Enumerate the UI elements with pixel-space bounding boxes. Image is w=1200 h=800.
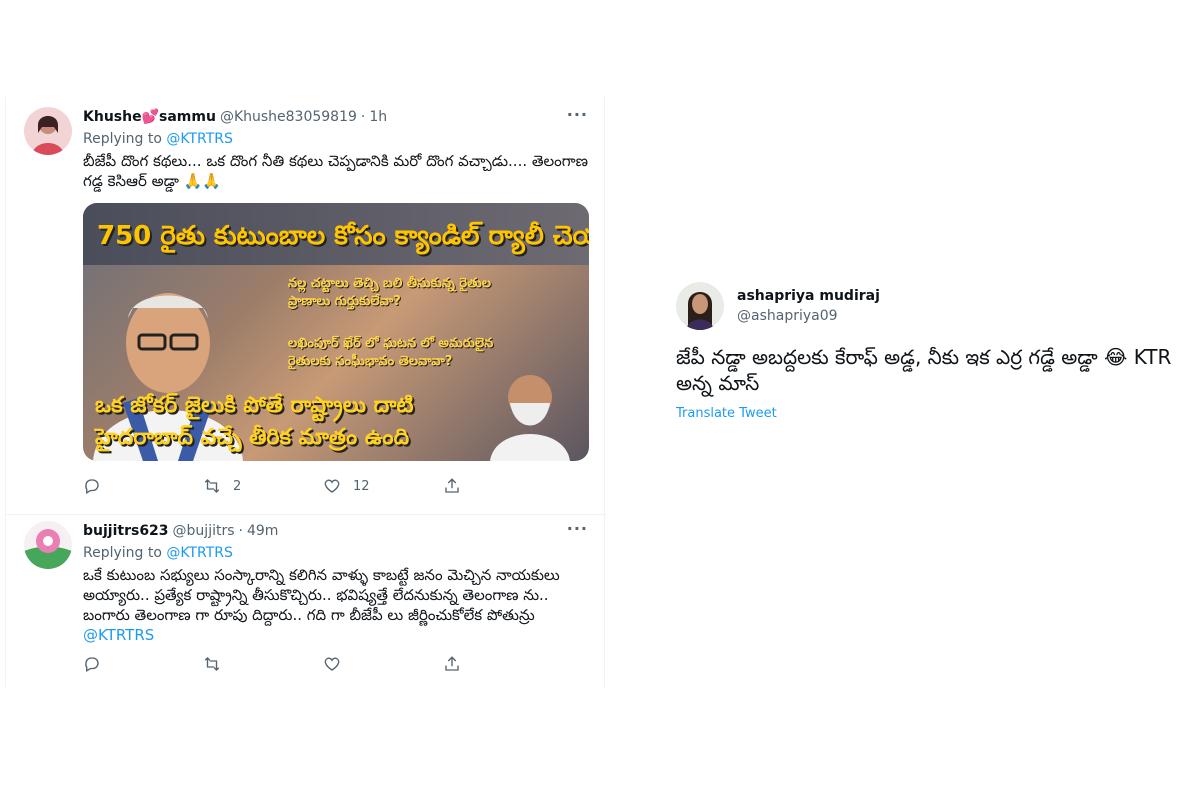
tweet-actions — [83, 655, 503, 673]
reply-icon — [85, 657, 99, 672]
like-icon — [324, 479, 340, 493]
avatar[interactable] — [676, 282, 724, 330]
replying-to: Replying to @KTRTRS — [83, 129, 592, 149]
tweet-header: bujjitrs623 @bujjitrs · 49m — [83, 521, 592, 541]
avatar[interactable] — [24, 107, 72, 155]
tweet-actions: 2 12 — [83, 477, 503, 495]
reply-button[interactable] — [83, 655, 143, 673]
reply-thread-panel: Khushe💕sammu @Khushe83059819 · 1h ··· Re… — [5, 97, 606, 687]
replying-prefix: Replying to — [83, 131, 167, 147]
share-icon — [445, 656, 459, 671]
tweet[interactable]: Khushe💕sammu @Khushe83059819 · 1h ··· Re… — [6, 97, 606, 515]
tweet-text: జేపీ నడ్డా అబద్దలకు కేరాఫ్ అడ్డ, నీకు ఇక… — [676, 345, 1172, 395]
mention-link[interactable]: @KTRTRS — [83, 626, 154, 644]
reply-icon — [85, 479, 99, 494]
like-button[interactable] — [323, 655, 383, 673]
mention-link[interactable]: @KTRTRS — [166, 545, 233, 561]
quoted-tweet[interactable]: ashapriya mudiraj @ashapriya09 జేపీ నడ్డ… — [676, 282, 1176, 427]
replying-prefix: Replying to — [83, 545, 167, 561]
share-button[interactable] — [443, 655, 503, 673]
separator-dot: · — [238, 523, 243, 539]
user-handle[interactable]: @Khushe83059819 — [220, 107, 357, 127]
display-name[interactable]: ashapriya mudiraj — [737, 286, 880, 306]
replying-to: Replying to @KTRTRS — [83, 543, 592, 563]
user-handle[interactable]: @bujjitrs — [173, 521, 235, 541]
image-headline: 750 రైతు కుటుంబాల కోసం క్యాండిల్ ర్యాలీ … — [97, 221, 589, 251]
user-handle[interactable]: @ashapriya09 — [737, 306, 880, 326]
tweet-content: Khushe💕sammu @Khushe83059819 · 1h ··· Re… — [83, 107, 592, 461]
image-caption-3: ఒక జోకర్ జైలుకి పోతే రాష్ట్రాలు దాటి — [95, 393, 414, 418]
reply-button[interactable] — [83, 477, 143, 495]
more-icon[interactable]: ··· — [567, 107, 588, 123]
tweet[interactable]: bujjitrs623 @bujjitrs · 49m ··· Replying… — [6, 515, 606, 687]
avatar[interactable] — [24, 521, 72, 569]
separator-dot: · — [360, 109, 366, 125]
like-icon — [324, 657, 340, 671]
mention-link[interactable]: @KTRTRS — [166, 131, 233, 147]
tweet-image[interactable]: 750 రైతు కుటుంబాల కోసం క్యాండిల్ ర్యాలీ … — [83, 203, 589, 461]
like-count: 12 — [353, 478, 370, 494]
tweet-header: Khushe💕sammu @Khushe83059819 · 1h — [83, 107, 592, 127]
retweet-icon — [204, 657, 220, 671]
retweet-button[interactable] — [203, 655, 263, 673]
share-button[interactable] — [443, 477, 503, 495]
like-button[interactable]: 12 — [323, 477, 383, 495]
tweet-content: bujjitrs623 @bujjitrs · 49m ··· Replying… — [83, 521, 592, 645]
retweet-button[interactable]: 2 — [203, 477, 263, 495]
retweet-icon — [204, 479, 220, 493]
display-name[interactable]: Khushe💕sammu — [83, 107, 216, 127]
timestamp[interactable]: 1h — [369, 107, 387, 127]
tweet-text: ఒకే కుటుంబ సభ్యులు సంస్కారాన్ని కలిగిన వ… — [83, 565, 592, 645]
share-icon — [445, 478, 459, 493]
translate-tweet-link[interactable]: Translate Tweet — [676, 406, 777, 421]
politician-photo — [490, 375, 570, 461]
user-identity: ashapriya mudiraj @ashapriya09 — [737, 286, 880, 326]
timestamp[interactable]: 49m — [247, 521, 278, 541]
display-name[interactable]: bujjitrs623 — [83, 521, 169, 541]
tweet-text-body: ఒకే కుటుంబ సభ్యులు సంస్కారాన్ని కలిగిన వ… — [83, 566, 560, 624]
retweet-count: 2 — [233, 478, 242, 494]
image-caption-1: నల్ల చట్టాలు తెచ్చి బలి తీసుకున్న రైతుల … — [288, 276, 491, 309]
more-icon[interactable]: ··· — [567, 521, 588, 537]
image-caption-4: హైదరాబాద్ వచ్చే తీరిక మాత్రం ఉంది — [95, 425, 410, 450]
tweet-text: బీజేపీ దొంగ కథలు... ఒక దొంగ నీతి కథలు చె… — [83, 152, 588, 190]
